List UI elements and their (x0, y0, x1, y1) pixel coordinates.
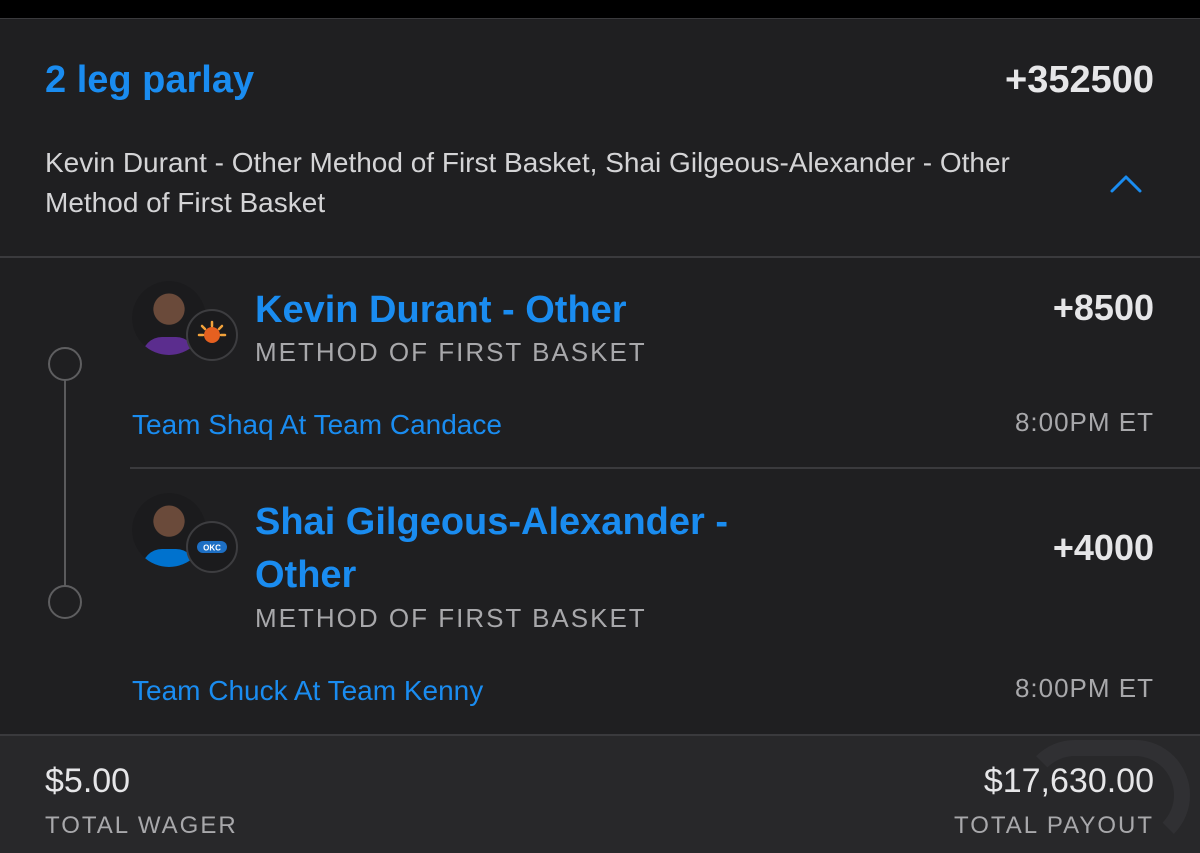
leg-odds: +8500 (1052, 287, 1154, 328)
leg-time: 8:00PM ET (1014, 407, 1154, 437)
total-wager-amount: $5.00 (45, 762, 131, 800)
leg-time: 8:00PM ET (1014, 673, 1154, 703)
parlay-card: 2 leg parlay +352500 Kevin Durant - Othe… (0, 18, 1200, 852)
section-divider (0, 256, 1200, 258)
parlay-odds: +352500 (1005, 59, 1154, 101)
leg-matchup-link[interactable]: Team Chuck At Team Kenny (132, 675, 483, 707)
suns-logo-icon (186, 309, 238, 361)
chevron-up-icon[interactable] (1108, 169, 1144, 197)
leg-market: METHOD OF FIRST BASKET (255, 603, 647, 633)
parlay-description: Kevin Durant - Other Method of First Bas… (45, 147, 1010, 218)
timeline-dot (48, 585, 82, 619)
leg-player-name-cont: Other (255, 554, 357, 596)
leg-matchup-link[interactable]: Team Shaq At Team Candace (132, 409, 502, 441)
svg-text:OKC: OKC (203, 544, 221, 553)
leg-market: METHOD OF FIRST BASKET (255, 337, 647, 367)
timeline-dot (48, 347, 82, 381)
leg-player-name: Kevin Durant - Other (255, 289, 627, 331)
total-wager-label: TOTAL WAGER (45, 812, 238, 839)
leg-odds: +4000 (1052, 527, 1154, 568)
leg-player-name: Shai Gilgeous-Alexander - (255, 501, 728, 543)
bet-footer: $5.00 TOTAL WAGER $17,630.00 TOTAL PAYOU… (0, 734, 1200, 853)
leg-divider (130, 467, 1200, 469)
thunder-logo-icon: OKC (186, 521, 238, 573)
total-payout-amount: $17,630.00 (983, 762, 1154, 800)
total-payout-label: TOTAL PAYOUT (953, 812, 1154, 839)
parlay-title: 2 leg parlay (45, 59, 255, 101)
top-bar (0, 0, 1200, 18)
timeline-line (64, 367, 66, 603)
